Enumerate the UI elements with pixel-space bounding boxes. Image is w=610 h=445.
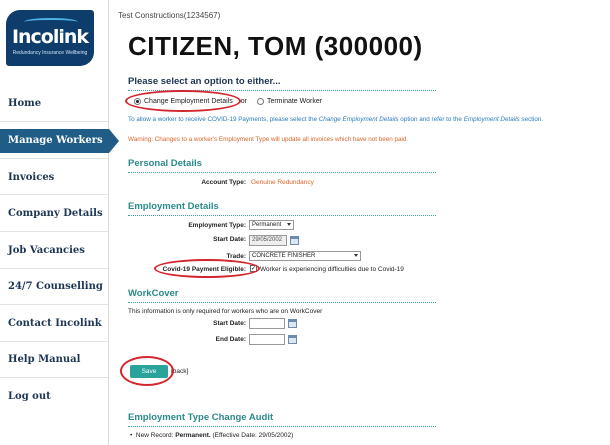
change-employment-radio[interactable]: [134, 98, 141, 105]
section-divider: [128, 90, 436, 91]
logo-brand: Incolink: [11, 26, 89, 48]
calendar-icon[interactable]: [290, 236, 299, 245]
info-text-part: option and refer to the: [398, 116, 464, 123]
company-name: Test Constructions(1234567): [118, 11, 221, 20]
start-date-label: Start Date:: [213, 236, 246, 243]
workcover-start-date-label: Start Date:: [213, 320, 246, 327]
sidebar-item-counselling[interactable]: 24/7 Counselling: [0, 275, 109, 299]
nav-divider: [0, 341, 108, 342]
start-date-field[interactable]: 29/05/2002: [249, 235, 287, 246]
worker-title: CITIZEN, TOM (300000): [128, 31, 423, 61]
info-link-change-employment: Change Employment Details: [318, 116, 399, 123]
sidebar-item-help-manual[interactable]: Help Manual: [0, 348, 109, 372]
employment-type-label: Employment Type:: [188, 222, 246, 229]
sidebar-item-home[interactable]: Home: [0, 92, 109, 116]
incolink-logo[interactable]: Incolink Redundancy Insurance Wellbeing: [6, 10, 94, 66]
logo-tagline: Redundancy Insurance Wellbeing: [12, 50, 88, 56]
logo-swoosh-icon: [24, 18, 78, 26]
sidebar-item-manage-workers[interactable]: Manage Workers: [0, 129, 119, 153]
section-divider: [128, 302, 436, 303]
or-text: or: [240, 98, 247, 105]
sidebar-item-invoices[interactable]: Invoices: [0, 166, 109, 190]
nav-divider: [0, 158, 108, 159]
sidebar-item-log-out[interactable]: Log out: [0, 385, 109, 409]
nav-divider: [0, 121, 108, 122]
audit-item-type: Permanent.: [175, 432, 211, 439]
back-link[interactable]: [back]: [171, 368, 188, 375]
info-link-employment-details: Employment Details: [463, 116, 520, 123]
section-divider: [128, 215, 436, 216]
section-divider: [128, 172, 436, 173]
personal-details-heading: Personal Details: [128, 158, 202, 169]
covid-eligible-text: Worker is experiencing difficulties due …: [260, 266, 404, 273]
info-text-part: section.: [519, 116, 544, 123]
audit-list-item: • New Record: Permanent. (Effective Date…: [130, 432, 293, 439]
workcover-start-date-input[interactable]: [249, 318, 285, 329]
sidebar-item-contact-incolink[interactable]: Contact Incolink: [0, 312, 109, 336]
section-divider: [128, 426, 436, 427]
save-button[interactable]: Save: [130, 365, 168, 378]
terminate-worker-label[interactable]: Terminate Worker: [267, 98, 322, 105]
option-radio-group: Change Employment Details or Terminate W…: [134, 98, 326, 105]
main-content: Test Constructions(1234567) CITIZEN, TOM…: [118, 0, 604, 445]
covid-info-text: To allow a worker to receive COVID-19 Pa…: [128, 116, 608, 123]
calendar-icon[interactable]: [288, 335, 297, 344]
select-option-heading: Please select an option to either...: [128, 76, 281, 87]
audit-item-prefix: New Record:: [135, 432, 176, 439]
warning-text: Warning: Changes to a worker's Employmen…: [128, 136, 409, 143]
change-employment-label[interactable]: Change Employment Details: [144, 98, 233, 105]
sidebar-item-job-vacancies[interactable]: Job Vacancies: [0, 239, 109, 263]
chevron-down-icon: [287, 223, 291, 226]
nav-divider: [0, 231, 108, 232]
trade-selected: CONCRETE FINISHER: [252, 253, 316, 259]
nav-divider: [0, 377, 108, 378]
trade-label: Trade:: [226, 253, 246, 260]
covid-eligible-label: Covid-19 Payment Eligible:: [162, 266, 246, 273]
nav-divider: [0, 304, 108, 305]
employment-details-heading: Employment Details: [128, 201, 219, 212]
trade-select[interactable]: CONCRETE FINISHER: [249, 251, 361, 261]
employment-type-select[interactable]: Permanent: [249, 220, 294, 230]
audit-heading: Employment Type Change Audit: [128, 412, 274, 423]
account-type-value: Genuine Redundancy: [251, 179, 314, 186]
covid-eligible-checkbox[interactable]: ✓: [250, 265, 257, 272]
info-text-part: To allow a worker to receive COVID-19 Pa…: [128, 116, 319, 123]
workcover-note: This information is only required for wo…: [128, 308, 323, 315]
workcover-end-date-label: End Date:: [215, 336, 246, 343]
workcover-end-date-input[interactable]: [249, 334, 285, 345]
calendar-icon[interactable]: [288, 319, 297, 328]
workcover-heading: WorkCover: [128, 288, 179, 299]
nav-divider: [0, 194, 108, 195]
chevron-down-icon: [354, 254, 358, 257]
terminate-worker-radio[interactable]: [256, 98, 264, 105]
sidebar-item-company-details[interactable]: Company Details: [0, 202, 109, 226]
account-type-label: Account Type:: [201, 179, 246, 186]
nav-divider: [0, 268, 108, 269]
audit-item-suffix: (Effective Date: 29/05/2002): [210, 432, 294, 439]
sidebar: Incolink Redundancy Insurance Wellbeing …: [0, 0, 119, 445]
employment-type-selected: Permanent: [252, 222, 282, 228]
